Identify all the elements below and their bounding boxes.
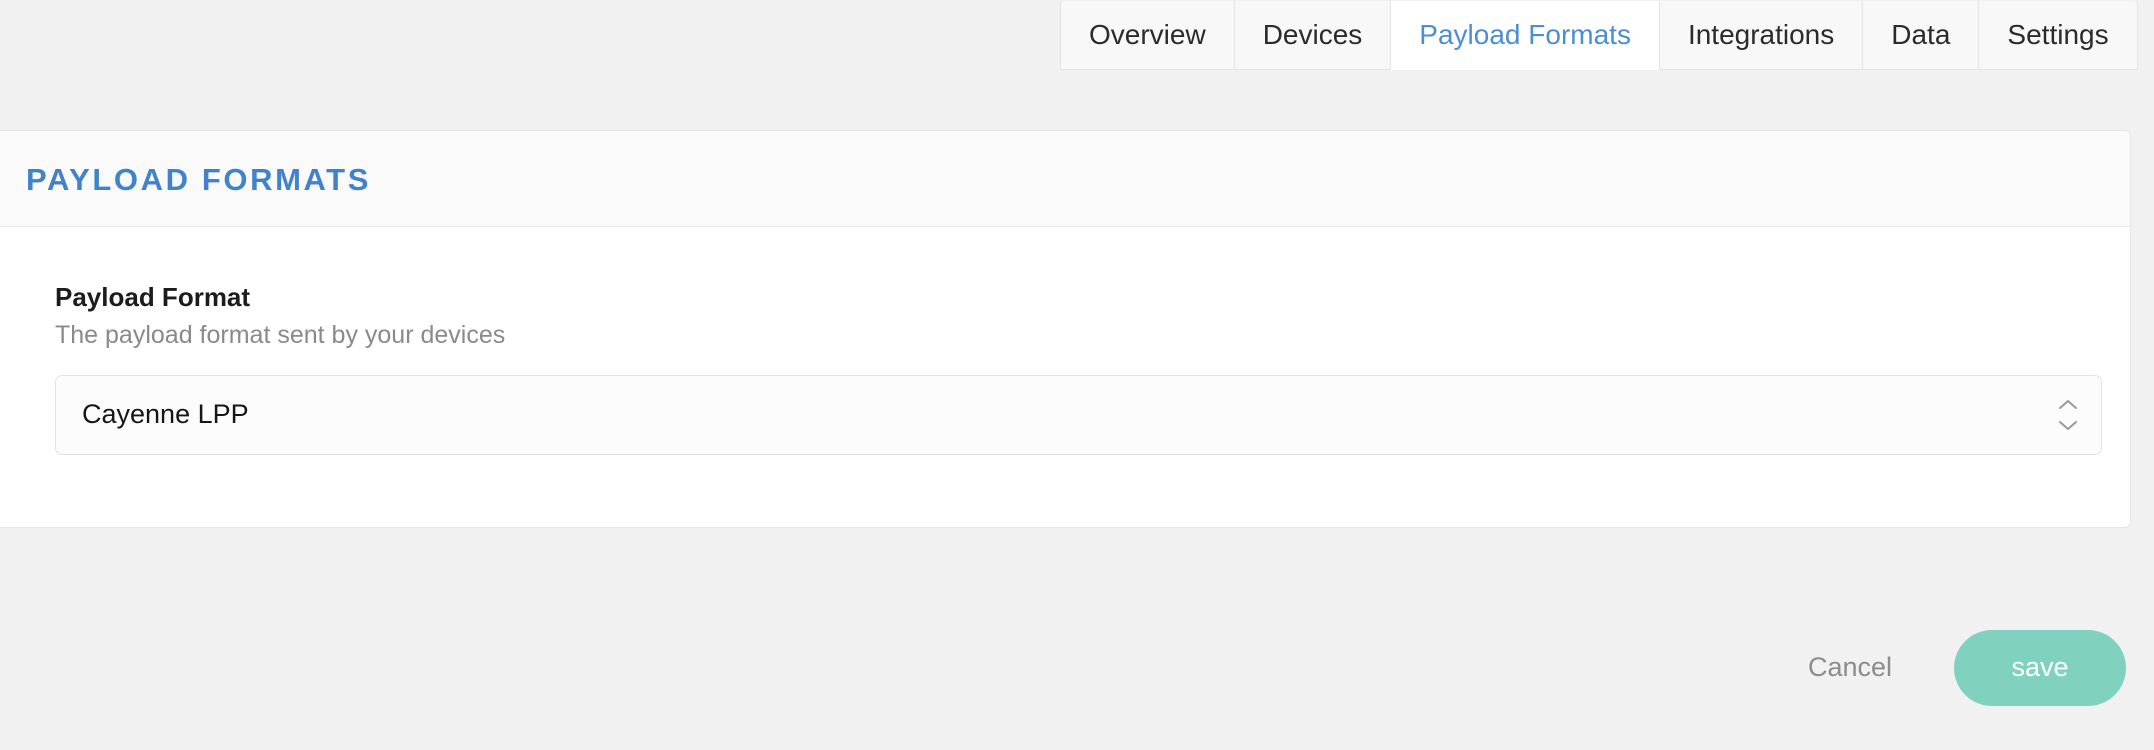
chevron-up-down-icon — [2057, 398, 2079, 432]
payload-format-label: Payload Format — [55, 282, 251, 312]
panel-body: Payload Format The payload format sent b… — [0, 227, 2130, 527]
cancel-button[interactable]: Cancel — [1792, 644, 1908, 691]
page-title: PAYLOAD FORMATS — [26, 162, 371, 197]
payload-format-field: Payload Format The payload format sent b… — [55, 282, 2102, 455]
tab-devices[interactable]: Devices — [1233, 0, 1391, 70]
save-button[interactable]: save — [1954, 629, 2126, 706]
payload-format-selected-value: Cayenne LPP — [82, 399, 249, 430]
tab-label: Devices — [1262, 19, 1363, 50]
tab-settings[interactable]: Settings — [1978, 0, 2138, 70]
tab-integrations[interactable]: Integrations — [1658, 0, 1863, 70]
tab-label: Payload Formats — [1419, 19, 1631, 50]
payload-format-help-text: The payload format sent by your devices — [55, 320, 506, 349]
payload-formats-panel: PAYLOAD FORMATS Payload Format The paylo… — [0, 130, 2131, 528]
payload-format-select[interactable]: Cayenne LPP — [55, 374, 2102, 455]
tab-label: Integrations — [1687, 19, 1835, 50]
main-tab-bar: Overview Devices Payload Formats Integra… — [1060, 0, 2154, 70]
tab-overview[interactable]: Overview — [1060, 0, 1234, 70]
tab-data[interactable]: Data — [1862, 0, 1979, 70]
tab-label: Data — [1891, 19, 1951, 50]
tab-label: Settings — [2007, 19, 2109, 50]
form-actions-footer: Cancel save — [0, 585, 2154, 750]
tab-payload-formats[interactable]: Payload Formats — [1390, 0, 1659, 70]
tab-label: Overview — [1089, 19, 1206, 50]
panel-header: PAYLOAD FORMATS — [0, 131, 2130, 227]
